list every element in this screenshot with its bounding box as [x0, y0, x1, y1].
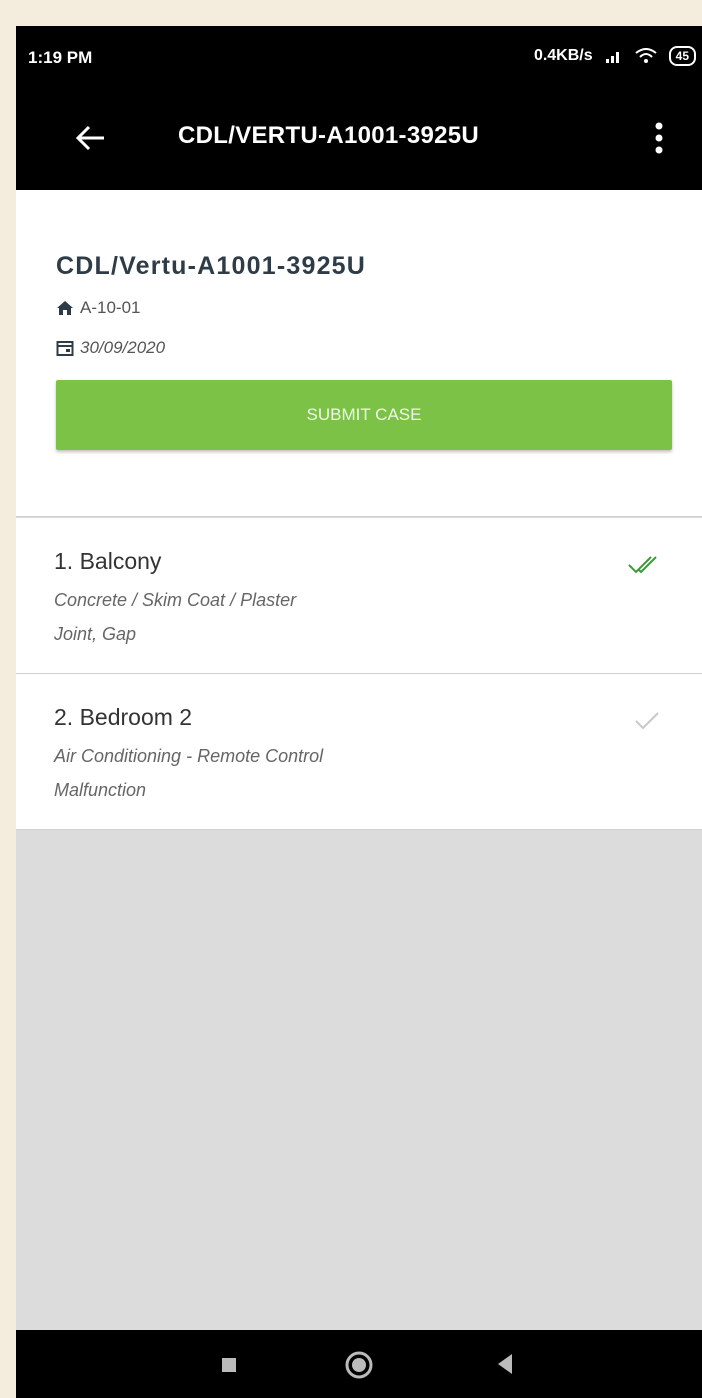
arrow-left-icon[interactable] — [70, 116, 114, 160]
status-time: 1:19 PM — [28, 48, 93, 67]
status-indicators: 0.4KB/s 45 — [534, 46, 696, 66]
page-title: CDL/VERTU-A1001-3925U — [178, 122, 480, 149]
phone-screen: 1:19 PM 0.4KB/s 45 CDL/VERTU-A1001-3925U — [16, 26, 702, 1398]
item-title: 1. Balcony — [54, 548, 162, 574]
recents-button[interactable] — [222, 1358, 236, 1372]
back-button[interactable] — [494, 1352, 514, 1376]
date-row: 30/09/2020 — [56, 338, 165, 358]
app-bar: CDL/VERTU-A1001-3925U — [16, 88, 702, 190]
case-header-card: CDL/Vertu-A1001-3925U A-10-01 30/09/2020… — [16, 190, 702, 517]
item-issue: Joint, Gap — [54, 624, 137, 644]
calendar-icon — [56, 341, 74, 356]
home-button[interactable] — [344, 1350, 374, 1380]
more-vertical-icon[interactable] — [652, 116, 666, 160]
item-category: Concrete / Skim Coat / Plaster — [54, 590, 297, 610]
case-title: CDL/Vertu-A1001-3925U — [56, 252, 367, 280]
wifi-icon — [635, 48, 657, 63]
signal-icon — [605, 52, 619, 63]
double-check-icon — [628, 556, 657, 574]
battery-icon: 45 — [668, 46, 696, 66]
item-title: 2. Bedroom 2 — [54, 704, 193, 730]
case-date: 30/09/2020 — [80, 338, 166, 357]
status-bar: 1:19 PM 0.4KB/s 45 — [16, 26, 702, 88]
list-item[interactable]: 2. Bedroom 2 Air Conditioning - Remote C… — [16, 674, 702, 830]
defect-list: 1. Balcony Concrete / Skim Coat / Plaste… — [16, 518, 702, 830]
list-item[interactable]: 1. Balcony Concrete / Skim Coat / Plaste… — [16, 518, 702, 674]
unit-number: A-10-01 — [80, 298, 141, 317]
network-speed: 0.4KB/s — [533, 47, 593, 64]
unit-row: A-10-01 — [56, 298, 140, 318]
item-category: Air Conditioning - Remote Control — [54, 746, 324, 766]
check-icon — [635, 712, 659, 730]
item-issue: Malfunction — [54, 780, 147, 800]
home-icon — [57, 301, 73, 315]
submit-case-button[interactable]: SUBMIT CASE — [56, 380, 672, 450]
system-nav-bar — [16, 1330, 702, 1398]
